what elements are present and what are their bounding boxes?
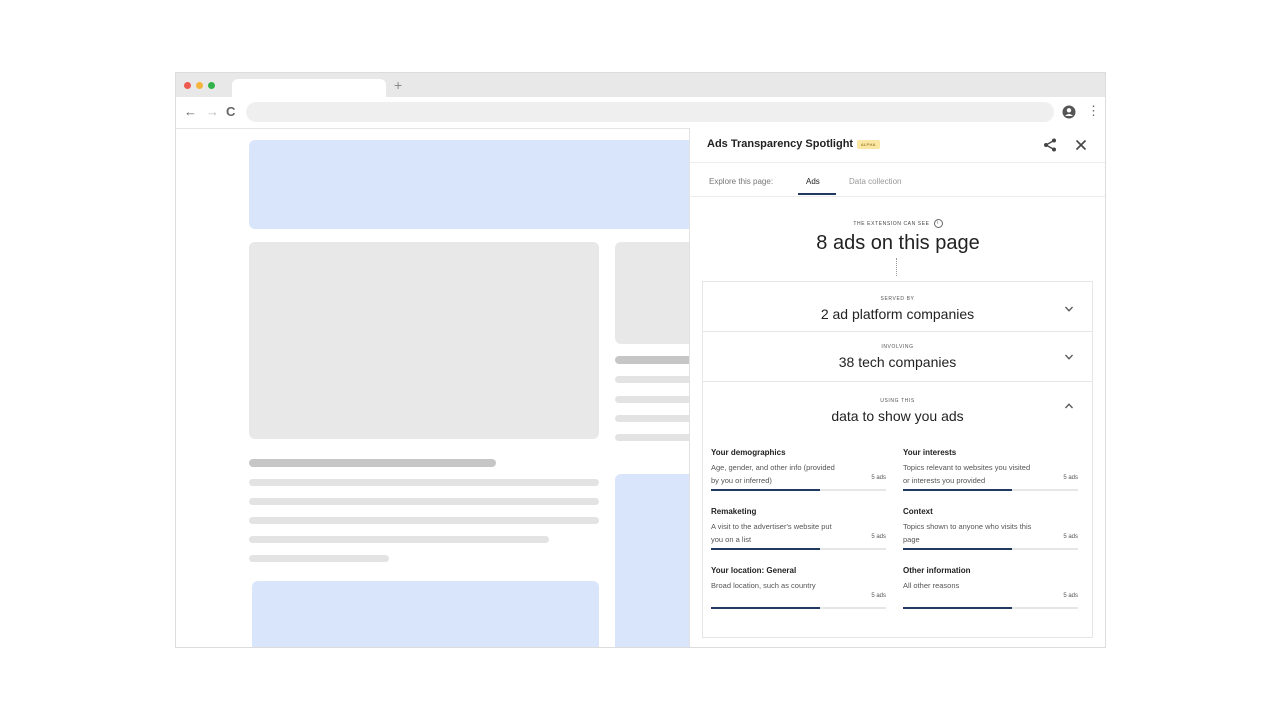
text-line-placeholder	[249, 498, 599, 505]
reason-description: Broad location, such as country	[711, 581, 816, 590]
chevron-down-icon[interactable]	[1064, 304, 1074, 314]
section-caption: INVOLVING	[881, 344, 914, 350]
section-value: data to show you ads	[831, 408, 964, 424]
reason-bar-fill	[711, 489, 820, 491]
summary-caption-row: THE EXTENSION CAN SEE i	[690, 219, 1105, 228]
reason-remarketing: Remaketing A visit to the advertiser's w…	[711, 507, 886, 561]
reason-bar	[711, 607, 886, 609]
tab-ads[interactable]: Ads	[806, 177, 820, 186]
heading-line-placeholder	[249, 459, 496, 467]
reason-count: 5 ads	[1063, 534, 1078, 540]
reload-button[interactable]: C	[226, 104, 235, 120]
alpha-badge: ALPHA	[857, 140, 880, 149]
browser-window: + ← → C ⋮ Ads Transparency Spotlight ALP…	[175, 72, 1106, 648]
reason-description: A visit to the advertiser's website put …	[711, 522, 832, 544]
reason-title: Context	[903, 507, 933, 516]
tab-data-collection[interactable]: Data collection	[849, 177, 901, 186]
active-tab-indicator	[798, 193, 836, 195]
chevron-up-icon[interactable]	[1064, 401, 1074, 411]
text-line-placeholder	[249, 517, 599, 524]
data-used-section: USING THIS data to show you ads Your dem…	[702, 381, 1093, 638]
browser-menu-button[interactable]: ⋮	[1087, 104, 1100, 118]
involving-section[interactable]: INVOLVING 38 tech companies	[702, 331, 1093, 383]
reason-count: 5 ads	[871, 534, 886, 540]
reason-bar-fill	[711, 607, 820, 609]
reason-description: All other reasons	[903, 581, 960, 590]
reason-title: Your interests	[903, 448, 957, 457]
info-icon[interactable]: i	[933, 219, 943, 228]
section-value: 38 tech companies	[838, 354, 957, 370]
ads-count-summary: 8 ads on this page	[816, 232, 980, 254]
close-window-dot[interactable]	[184, 82, 191, 89]
text-line-placeholder	[249, 536, 549, 543]
text-line-placeholder	[249, 555, 389, 562]
reason-bar-fill	[903, 607, 1012, 609]
reason-demographics: Your demographics Age, gender, and other…	[711, 448, 886, 502]
profile-icon[interactable]	[1062, 105, 1076, 119]
reason-count: 5 ads	[871, 593, 886, 599]
reason-bar	[711, 489, 886, 491]
tabs-label: Explore this page:	[709, 177, 774, 186]
forward-button[interactable]: →	[206, 104, 219, 120]
reason-bar	[903, 607, 1078, 609]
reason-title: Your location: General	[711, 566, 797, 575]
reason-bar	[711, 548, 886, 550]
share-icon[interactable]	[1042, 137, 1058, 153]
chevron-down-icon[interactable]	[1064, 352, 1074, 362]
section-caption: USING THIS	[880, 398, 915, 404]
back-button[interactable]: ←	[184, 104, 197, 120]
reason-bar	[903, 489, 1078, 491]
reason-title: Other information	[903, 566, 971, 575]
reason-description: Topics relevant to websites you visited …	[903, 463, 1031, 485]
panel-title: Ads Transparency Spotlight	[707, 138, 854, 150]
reason-interests: Your interests Topics relevant to websit…	[903, 448, 1078, 502]
image-placeholder	[249, 242, 599, 439]
reason-description: Topics shown to anyone who visits this p…	[903, 522, 1032, 544]
reason-count: 5 ads	[871, 475, 886, 481]
browser-toolbar: ← → C ⋮	[176, 97, 1105, 129]
section-caption: SERVED BY	[880, 296, 915, 302]
text-line-placeholder	[249, 479, 599, 486]
minimize-window-dot[interactable]	[196, 82, 203, 89]
reason-other: Other information All other reasons 5 ad…	[903, 566, 1078, 620]
panel-tabs: Explore this page: Ads Data collection	[690, 163, 1105, 197]
connector-line	[896, 258, 897, 276]
maximize-window-dot[interactable]	[208, 82, 215, 89]
reason-location: Your location: General Broad location, s…	[711, 566, 886, 620]
banner-placeholder	[249, 140, 709, 229]
section-value: 2 ad platform companies	[820, 306, 975, 322]
address-bar[interactable]	[246, 102, 1054, 122]
summary-caption: THE EXTENSION CAN SEE	[853, 220, 930, 227]
tab-strip: +	[176, 73, 1105, 97]
ads-transparency-panel: Ads Transparency Spotlight ALPHA Explore…	[689, 128, 1105, 647]
ad-placeholder	[252, 581, 599, 647]
close-icon[interactable]	[1073, 137, 1089, 153]
reason-title: Your demographics	[711, 448, 786, 457]
reason-title: Remaketing	[711, 507, 757, 516]
reason-description: Age, gender, and other info (provided by…	[711, 463, 835, 485]
reason-count: 5 ads	[1063, 475, 1078, 481]
new-tab-button[interactable]: +	[394, 78, 402, 92]
served-by-section[interactable]: SERVED BY 2 ad platform companies	[702, 281, 1093, 333]
browser-tab[interactable]	[232, 79, 386, 97]
reason-context: Context Topics shown to anyone who visit…	[903, 507, 1078, 561]
reason-bar	[903, 548, 1078, 550]
reason-bar-fill	[903, 489, 1012, 491]
reason-bar-fill	[903, 548, 1012, 550]
panel-header: Ads Transparency Spotlight ALPHA	[690, 128, 1105, 163]
reason-bar-fill	[711, 548, 820, 550]
reason-count: 5 ads	[1063, 593, 1078, 599]
